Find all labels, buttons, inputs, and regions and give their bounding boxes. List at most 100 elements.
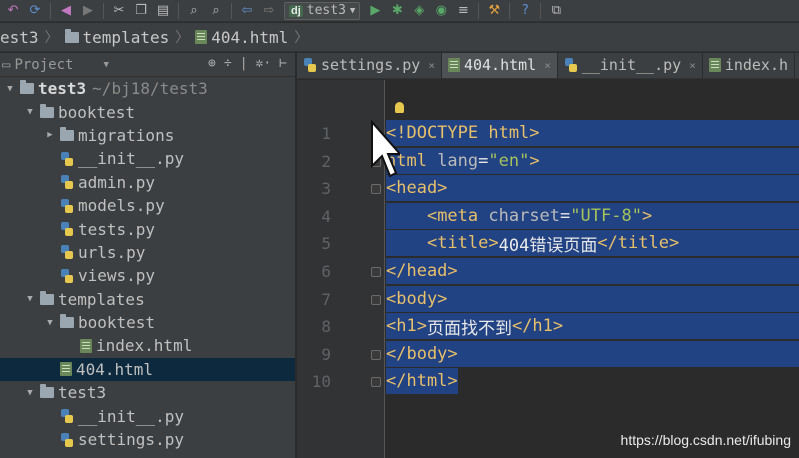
line-number: 7 <box>321 289 331 309</box>
tree-folder[interactable]: ▼ test3 <box>0 381 295 404</box>
tree-item-label: migrations <box>78 125 175 145</box>
tree-item-label: templates <box>58 289 145 309</box>
code-token: </head> <box>386 261 458 281</box>
toolbar-separator <box>478 2 480 19</box>
tree-item-label: __init__.py <box>78 149 184 169</box>
expand-arrow-icon[interactable]: ▼ <box>44 318 56 328</box>
tree-item-label: settings.py <box>78 430 184 450</box>
fold-marker-icon[interactable] <box>371 267 381 277</box>
close-icon[interactable]: × <box>544 59 551 72</box>
code-line: <h1> 页面找不到 </h1> <box>386 313 799 340</box>
lightbulb-icon[interactable] <box>395 102 404 113</box>
expand-arrow-icon[interactable]: ▼ <box>4 84 16 94</box>
python-file-icon <box>60 175 74 190</box>
expand-arrow-icon[interactable]: ▼ <box>24 388 36 398</box>
code-token: </title> <box>597 233 680 254</box>
tree-folder[interactable]: ▼ booktest <box>0 100 295 123</box>
fold-marker-icon[interactable] <box>371 377 381 388</box>
back-icon[interactable]: ◀ <box>55 1 77 21</box>
coverage-icon[interactable]: ◈ <box>408 1 430 21</box>
paste-icon[interactable]: ▤ <box>152 1 174 21</box>
editor-tabs: settings.py × 404.html × __init__.py × index.h <box>297 53 799 79</box>
run-config-selector[interactable]: dj test3 ▼ <box>284 1 361 20</box>
line-number: 1 <box>321 124 331 143</box>
profile-icon[interactable]: ◉ <box>430 1 452 21</box>
debug-icon[interactable]: ✱ <box>386 1 408 21</box>
tree-file[interactable]: __init__.py <box>0 147 295 170</box>
editor-tab[interactable]: index.h <box>703 53 796 78</box>
search-icon[interactable]: ⌕ <box>183 1 205 21</box>
code-token: </h1> <box>511 316 564 337</box>
help-icon[interactable]: ? <box>514 1 536 21</box>
code-token: <!DOCTYPE html> <box>386 123 540 143</box>
collapse-arrow-icon[interactable]: ▶ <box>44 130 56 140</box>
redo-icon[interactable]: ⟳ <box>24 1 46 21</box>
tree-folder[interactable]: ▼ templates <box>0 288 295 311</box>
tree-folder[interactable]: ▶ migrations <box>0 124 295 147</box>
html-file-icon <box>195 30 208 44</box>
tree-file[interactable]: index.html <box>0 334 295 357</box>
fold-marker-icon[interactable] <box>371 294 381 305</box>
close-icon[interactable]: × <box>689 59 696 72</box>
nav-back-icon[interactable]: ⇦ <box>236 1 258 21</box>
code-line: <meta charset = "UTF-8" > <box>386 202 799 229</box>
breadcrumb-item-project[interactable]: est3 <box>0 28 39 47</box>
code-token: <h1> <box>386 316 427 337</box>
copy-icon[interactable]: ❐ <box>130 1 152 21</box>
editor-tab[interactable]: settings.py × <box>297 53 442 78</box>
gear-icon[interactable]: ✲· <box>256 56 272 71</box>
tasks-icon[interactable]: ≡ <box>452 1 474 21</box>
tree-folder[interactable]: ▼ test3 ~/bj18/test3 <box>0 77 295 100</box>
undo-icon[interactable]: ↶ <box>2 1 24 21</box>
code-line: <!DOCTYPE html> <box>386 120 799 146</box>
editor-tab[interactable]: 404.html × <box>441 53 558 78</box>
tree-file[interactable]: tests.py <box>0 217 295 240</box>
tree-item-label: index.html <box>96 336 193 356</box>
plugin-icon[interactable]: ⧉ <box>545 1 567 21</box>
expand-arrow-icon[interactable]: ▼ <box>24 294 36 304</box>
breadcrumb-item-templates[interactable]: templates <box>64 28 169 47</box>
python-file-icon <box>303 58 317 72</box>
tree-folder[interactable]: ▼ booktest <box>0 311 295 334</box>
breadcrumb-item-file[interactable]: 404.html <box>195 28 288 47</box>
scroll-from-source-icon[interactable]: ⊕ <box>208 56 216 71</box>
folder-icon <box>64 28 79 43</box>
tree-item-label: booktest <box>58 102 136 122</box>
tree-root-path: ~/bj18/test3 <box>92 79 208 99</box>
breadcrumb-separator: 〉 <box>294 30 309 46</box>
chevron-down-icon[interactable]: ▼ <box>103 60 108 70</box>
tree-file[interactable]: settings.py <box>0 428 295 451</box>
breadcrumb: est3 〉 templates 〉 404.html 〉 <box>0 23 799 52</box>
fold-marker-icon[interactable] <box>371 184 381 195</box>
line-number: 10 <box>311 372 331 392</box>
expand-arrow-icon[interactable]: ▼ <box>24 107 36 117</box>
line-number: 2 <box>321 151 331 171</box>
project-panel-title[interactable]: Project <box>14 57 73 73</box>
python-file-icon <box>60 432 74 447</box>
toolbar-separator <box>231 2 232 19</box>
replace-icon[interactable]: ⌕ <box>205 1 227 21</box>
run-icon[interactable]: ▶ <box>364 1 386 21</box>
fold-marker-icon[interactable] <box>371 349 381 360</box>
code-token: > <box>529 150 540 171</box>
tree-file[interactable]: views.py <box>0 264 295 287</box>
settings-icon[interactable]: ⚒ <box>483 1 505 21</box>
cut-icon[interactable]: ✂ <box>108 1 130 21</box>
forward-icon[interactable]: ▶ <box>77 1 99 21</box>
python-file-icon <box>564 58 578 72</box>
tree-file[interactable]: models.py <box>0 194 295 217</box>
code-token: = <box>560 205 571 226</box>
close-icon[interactable]: × <box>428 59 435 72</box>
collapse-all-icon[interactable]: ÷ <box>224 56 232 71</box>
editor-tab[interactable]: __init__.py × <box>558 53 703 78</box>
tree-file[interactable]: urls.py <box>0 241 295 264</box>
hide-panel-icon[interactable]: ⊢ <box>279 56 287 71</box>
project-panel-header: ▭ Project ▼ ⊕ ÷ | ✲· ⊢ <box>0 53 295 77</box>
chevron-down-icon: ▼ <box>349 5 356 16</box>
nav-forward-icon[interactable]: ⇨ <box>258 1 280 21</box>
tree-file[interactable]: 404.html <box>0 357 295 382</box>
folder-icon <box>40 290 54 305</box>
tree-file[interactable]: admin.py <box>0 171 295 194</box>
tree-file[interactable]: __init__.py <box>0 404 295 427</box>
